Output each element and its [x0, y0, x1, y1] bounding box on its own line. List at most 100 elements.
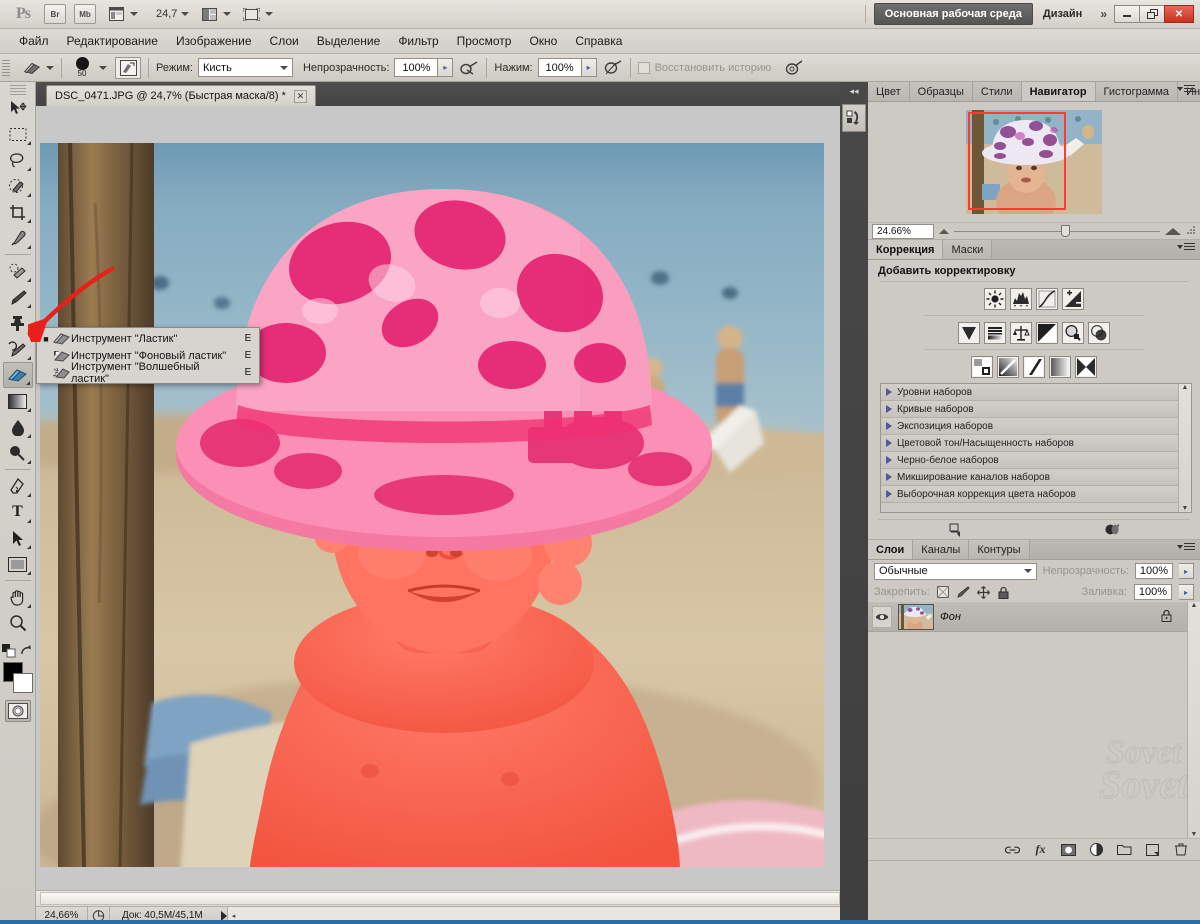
- eraser-tool-flyout-menu[interactable]: ■ Инструмент "Ластик" E Инструмент "Фоно…: [36, 327, 260, 385]
- navigator-preview[interactable]: [868, 102, 1200, 222]
- restore-button[interactable]: [1139, 5, 1165, 23]
- flyout-item-magic-eraser[interactable]: Инструмент "Волшебный ластик" E: [37, 361, 259, 385]
- preset-levels[interactable]: Уровни наборов: [881, 384, 1178, 401]
- preset-black-white[interactable]: Черно-белое наборов: [881, 452, 1178, 469]
- delete-layer-icon[interactable]: [1173, 842, 1188, 857]
- background-color-swatch[interactable]: [12, 673, 33, 693]
- opacity-input[interactable]: 100%: [394, 58, 439, 77]
- color-balance-icon[interactable]: [1010, 322, 1032, 344]
- tablet-pressure-size-icon[interactable]: [784, 59, 804, 77]
- adjustments-panel-menu-icon[interactable]: [1177, 243, 1195, 250]
- view-extras-dropdown[interactable]: [106, 5, 138, 23]
- flyout-item-eraser[interactable]: ■ Инструмент "Ластик" E: [37, 330, 259, 347]
- menu-edit[interactable]: Редактирование: [58, 31, 167, 51]
- bridge-launch-button[interactable]: Br: [44, 4, 66, 24]
- tab-layers[interactable]: Слои: [868, 540, 914, 559]
- navigator-zoom-input[interactable]: 24.66%: [872, 223, 934, 239]
- color-swatches[interactable]: [2, 662, 33, 694]
- adjustment-presets-list[interactable]: Уровни наборов Кривые наборов Экспозиция…: [880, 383, 1192, 513]
- tab-paths[interactable]: Контуры: [969, 540, 1030, 559]
- layer-fill-input[interactable]: 100%: [1134, 584, 1172, 600]
- lock-transparency-icon[interactable]: [937, 586, 950, 599]
- zoom-out-icon[interactable]: [939, 228, 949, 234]
- history-actions-panel-button[interactable]: [842, 104, 866, 132]
- preset-curves[interactable]: Кривые наборов: [881, 401, 1178, 418]
- new-group-icon[interactable]: [1117, 842, 1132, 857]
- scroll-up-arrow-icon[interactable]: ▲: [1188, 602, 1200, 609]
- layer-fill-slider-button[interactable]: ▸: [1179, 584, 1194, 600]
- channel-mixer-icon[interactable]: [1088, 322, 1110, 344]
- tool-history-brush[interactable]: [3, 336, 33, 362]
- tool-zoom[interactable]: [3, 610, 33, 636]
- restore-history-checkbox[interactable]: [637, 61, 650, 74]
- collapse-panels-icon[interactable]: ◂◂: [840, 82, 868, 100]
- tab-color[interactable]: Цвет: [868, 82, 910, 101]
- menu-select[interactable]: Выделение: [308, 31, 390, 51]
- tab-navigator[interactable]: Навигатор: [1021, 82, 1096, 101]
- tool-hand[interactable]: [3, 584, 33, 610]
- quick-mask-toggle-button[interactable]: [4, 700, 31, 722]
- horizontal-scroll-thumb[interactable]: [40, 892, 840, 905]
- layer-visibility-toggle[interactable]: [872, 605, 892, 628]
- tool-gradient[interactable]: [3, 388, 33, 414]
- tool-brush[interactable]: [3, 284, 33, 310]
- new-layer-icon[interactable]: [1145, 842, 1160, 857]
- brush-preset-picker[interactable]: 50: [69, 57, 95, 78]
- tool-spot-healing[interactable]: [3, 258, 33, 284]
- layers-list[interactable]: Фон Sovet Sovet ▲ ▼: [868, 602, 1200, 838]
- navigator-view-box[interactable]: [968, 112, 1066, 210]
- close-button[interactable]: ✕: [1164, 5, 1194, 23]
- navigator-zoom-slider[interactable]: [954, 224, 1160, 239]
- tool-move[interactable]: [3, 95, 33, 121]
- tool-eyedropper[interactable]: [3, 225, 33, 251]
- tool-eraser[interactable]: [2, 362, 33, 388]
- layer-opacity-input[interactable]: 100%: [1135, 563, 1173, 579]
- tool-pen[interactable]: [3, 473, 33, 499]
- lock-image-icon[interactable]: [956, 586, 970, 599]
- menu-filter[interactable]: Фильтр: [389, 31, 447, 51]
- scroll-down-arrow-icon[interactable]: ▼: [1188, 831, 1200, 838]
- layer-thumbnail[interactable]: [898, 603, 934, 630]
- exposure-icon[interactable]: [1062, 288, 1084, 310]
- minimize-button[interactable]: [1114, 5, 1140, 23]
- tab-adjustments[interactable]: Коррекция: [868, 240, 944, 259]
- tab-styles[interactable]: Стили: [972, 82, 1022, 101]
- canvas-area[interactable]: [36, 106, 868, 906]
- tool-preset-chevron-icon[interactable]: [46, 65, 54, 70]
- tool-crop[interactable]: [3, 199, 33, 225]
- current-tool-eraser-icon[interactable]: [22, 59, 42, 77]
- opacity-slider-button[interactable]: ▸: [438, 58, 454, 77]
- tool-blur[interactable]: [3, 414, 33, 440]
- workspace-essentials-button[interactable]: Основная рабочая среда: [873, 3, 1033, 25]
- mode-select[interactable]: Кисть: [197, 58, 293, 77]
- lock-position-icon[interactable]: [976, 585, 990, 599]
- tab-histogram[interactable]: Гистограмма: [1095, 82, 1179, 101]
- canvas-horizontal-scrollbar[interactable]: [36, 890, 852, 906]
- brightness-contrast-icon[interactable]: [984, 288, 1006, 310]
- layers-scrollbar[interactable]: ▲ ▼: [1187, 602, 1200, 838]
- levels-icon[interactable]: [1010, 288, 1032, 310]
- scroll-down-arrow-icon[interactable]: ▼: [1182, 505, 1189, 512]
- layer-row-background[interactable]: Фон: [868, 602, 1200, 632]
- posterize-icon[interactable]: [997, 356, 1019, 378]
- menu-image[interactable]: Изображение: [167, 31, 261, 51]
- tablet-pressure-opacity-icon[interactable]: [603, 59, 623, 77]
- layer-opacity-slider-button[interactable]: ▸: [1179, 563, 1194, 579]
- menu-view[interactable]: Просмотр: [448, 31, 521, 51]
- clip-to-layer-icon[interactable]: [949, 522, 964, 537]
- workspace-design-button[interactable]: Дизайн: [1033, 8, 1092, 20]
- more-workspaces-icon[interactable]: »: [1092, 7, 1115, 21]
- hue-saturation-icon[interactable]: [984, 322, 1006, 344]
- close-icon[interactable]: ✕: [293, 89, 307, 103]
- image-canvas[interactable]: [40, 143, 824, 867]
- tool-marquee[interactable]: [3, 121, 33, 147]
- tool-clone-stamp[interactable]: [3, 310, 33, 336]
- gradient-map-icon[interactable]: [1049, 356, 1071, 378]
- black-white-icon[interactable]: [1036, 322, 1058, 344]
- blend-mode-select[interactable]: Обычные: [874, 562, 1037, 580]
- add-layer-mask-icon[interactable]: [1061, 842, 1076, 857]
- lock-all-icon[interactable]: [997, 586, 1010, 599]
- tool-type[interactable]: T: [3, 499, 33, 525]
- navigator-panel-menu-icon[interactable]: [1177, 85, 1195, 92]
- tool-lasso[interactable]: [3, 147, 33, 173]
